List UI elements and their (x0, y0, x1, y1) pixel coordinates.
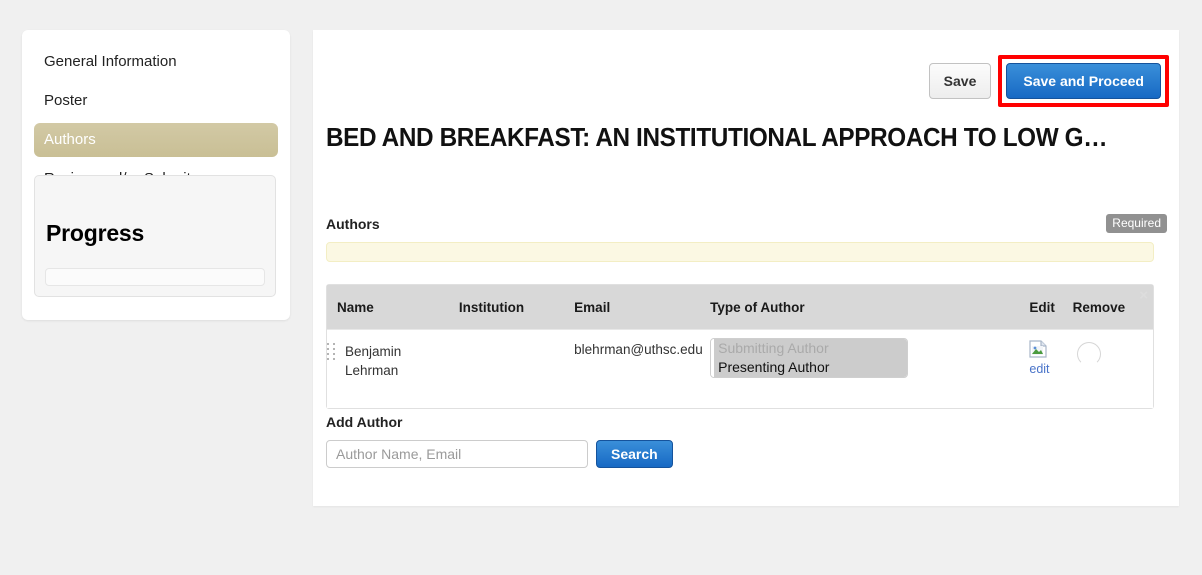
search-button[interactable]: Search (596, 440, 673, 468)
required-badge: Required (1106, 214, 1167, 233)
broken-image-icon (1029, 340, 1047, 358)
authors-section-label: Authors (326, 216, 380, 232)
sidebar-panel: General Information Poster Authors Revie… (22, 30, 290, 320)
action-bar: Save Save and Proceed (928, 55, 1169, 107)
cell-edit: edit (1029, 329, 1073, 408)
add-author-label: Add Author (326, 414, 403, 430)
type-of-author-select[interactable]: Submitting Author Presenting Author (710, 338, 909, 378)
edit-link-label: edit (1029, 362, 1050, 376)
cell-name: Benjamin Lehrman (327, 329, 459, 408)
cell-remove (1072, 329, 1153, 408)
authors-alert-bar (326, 242, 1154, 262)
remove-icon[interactable] (1076, 342, 1101, 366)
progress-panel: Progress (34, 175, 276, 297)
close-icon[interactable]: × (1139, 288, 1148, 303)
column-header-edit: Edit (1029, 285, 1073, 330)
cell-type-of-author: Submitting Author Presenting Author (710, 329, 1030, 408)
author-name-first: Benjamin (345, 344, 402, 359)
sidebar-item-authors[interactable]: Authors (34, 123, 278, 157)
edit-link[interactable]: edit (1029, 340, 1072, 376)
save-and-proceed-button[interactable]: Save and Proceed (1006, 63, 1161, 99)
table-row: Benjamin Lehrman blehrman@uthsc.edu Subm… (327, 329, 1153, 408)
progress-title: Progress (46, 220, 145, 246)
cell-email: blehrman@uthsc.edu (574, 329, 711, 408)
add-author-row: Search (326, 440, 673, 468)
sidebar-item-general-information[interactable]: General Information (34, 45, 278, 79)
author-search-input[interactable] (326, 440, 588, 468)
sidebar-item-label: Poster (44, 92, 88, 109)
authors-table-head: Name Institution Email Type of Author Ed… (327, 285, 1153, 330)
sidebar-item-label: Authors (44, 131, 96, 148)
column-header-email: Email (574, 285, 711, 330)
table-header-row: Name Institution Email Type of Author Ed… (327, 285, 1153, 330)
author-name: Benjamin Lehrman (345, 342, 415, 380)
sidebar-item-label: General Information (44, 53, 177, 70)
save-and-proceed-highlight: Save and Proceed (998, 55, 1169, 107)
main-panel: Save Save and Proceed BED AND BREAKFAST:… (313, 30, 1179, 506)
column-header-type-of-author: Type of Author (710, 285, 1030, 330)
option-presenting-author[interactable]: Presenting Author (714, 358, 907, 377)
column-header-name: Name (327, 285, 459, 330)
authors-table: Name Institution Email Type of Author Ed… (327, 285, 1153, 408)
author-name-last: Lehrman (345, 363, 399, 378)
cell-institution (458, 329, 575, 408)
column-header-institution: Institution (458, 285, 575, 330)
page-title: BED AND BREAKFAST: AN INSTITUTIONAL APPR… (326, 122, 1108, 152)
sidebar-item-poster[interactable]: Poster (34, 84, 278, 118)
authors-table-container: × Name Institution Email Type of Author … (326, 284, 1154, 409)
drag-handle-icon[interactable] (327, 343, 336, 360)
save-button[interactable]: Save (928, 63, 992, 99)
option-submitting-author[interactable]: Submitting Author (714, 339, 907, 358)
authors-table-body: Benjamin Lehrman blehrman@uthsc.edu Subm… (327, 329, 1153, 408)
progress-bar (45, 268, 265, 286)
